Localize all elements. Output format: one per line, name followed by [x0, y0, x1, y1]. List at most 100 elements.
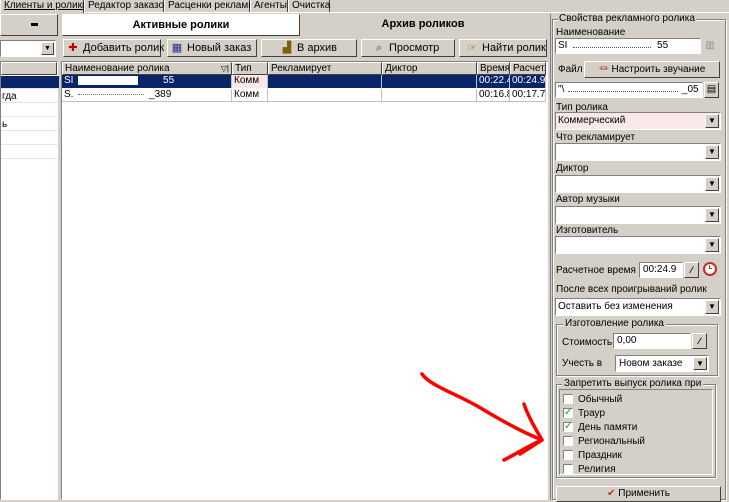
filter-icon[interactable]: ▽|: [221, 63, 229, 74]
apply-label: Применить: [618, 488, 670, 499]
sound-wave-icon: ⏛: [598, 64, 609, 75]
chevron-down-icon[interactable]: ▼: [705, 300, 719, 314]
tab-agents[interactable]: Агенты: [250, 0, 288, 12]
col-name-header[interactable]: Наименование ролика ▽|: [62, 62, 232, 75]
cell-time: 00:22.4: [477, 75, 510, 88]
client-row[interactable]: ь: [1, 118, 59, 131]
client-row-selected[interactable]: [1, 76, 59, 89]
annotation-arrow: [420, 372, 544, 462]
add-spot-button[interactable]: ✚ Добавить ролик: [63, 39, 165, 57]
cost-input[interactable]: 0,00: [613, 333, 691, 349]
checkbox-icon[interactable]: [563, 436, 573, 447]
table-row[interactable]: SI 55 Комм 00:22.4 00:24.9: [62, 75, 546, 88]
type-select[interactable]: Коммерческий ▼: [555, 112, 721, 130]
tab-archive-spots[interactable]: Архив роликов: [302, 14, 544, 36]
checkbox-religion[interactable]: Религия: [563, 464, 616, 477]
checkbox-icon[interactable]: [563, 394, 573, 405]
chevron-down-icon[interactable]: ▼: [693, 357, 707, 370]
tab-order-editor[interactable]: Редактор заказов: [84, 0, 169, 12]
maker-select[interactable]: ▼: [555, 236, 721, 254]
music-author-select[interactable]: ▼: [555, 206, 721, 224]
cell-name: S. _389: [62, 89, 232, 102]
col-calc-header[interactable]: Расчет.: [510, 62, 546, 75]
to-archive-label: В архив: [297, 42, 337, 54]
preview-label: Просмотр: [389, 42, 440, 54]
find-spot-button[interactable]: ☞ Найти ролик: [459, 39, 547, 57]
cell-calc: 00:17.7: [512, 89, 546, 102]
after-plays-label: После всех проигрываний ролик: [556, 284, 707, 295]
cell-speaker: [382, 75, 477, 88]
file-path-input[interactable]: "\ _05: [555, 82, 703, 98]
checkbox-mourning[interactable]: ✓ Траур: [563, 408, 605, 421]
col-name-label: Наименование ролика: [65, 63, 170, 74]
browse-file-icon[interactable]: ▤: [704, 82, 719, 98]
tab-active-spots[interactable]: Активные ролики: [62, 14, 300, 36]
chevron-down-icon[interactable]: ▼: [41, 42, 54, 55]
preview-button[interactable]: ⌕ Просмотр: [361, 39, 455, 57]
checkbox-icon[interactable]: [563, 464, 573, 475]
checkbox-regional[interactable]: Региональный: [563, 436, 645, 449]
music-author-label: Автор музыки: [556, 194, 620, 205]
cell-advertises: [268, 75, 382, 88]
after-plays-select[interactable]: Оставить без изменения ▼: [555, 298, 721, 316]
account-label: Учесть в: [562, 358, 603, 369]
checkmark-icon[interactable]: ✓: [563, 408, 573, 419]
client-row[interactable]: [1, 146, 59, 159]
tune-sound-button[interactable]: ⏛ Настроить звучание: [584, 61, 720, 78]
col-speaker-header[interactable]: Диктор: [382, 62, 477, 75]
checkmark-icon[interactable]: ✓: [563, 422, 573, 433]
col-type-header[interactable]: Тип: [232, 62, 268, 75]
table-row[interactable]: S. _389 Комм 00:16.8 00:17.7: [62, 89, 546, 102]
calc-time-input[interactable]: 00:24.9: [639, 262, 683, 278]
speaker-select[interactable]: ▼: [555, 175, 721, 193]
preview-icon: ⌕: [375, 42, 383, 54]
tab-cleanup[interactable]: Очистка: [288, 0, 330, 12]
account-select[interactable]: Новом заказе ▼: [615, 355, 709, 372]
annotation-arrow-line: [420, 372, 544, 456]
fraction-toggle-icon[interactable]: ⁄: [684, 262, 699, 278]
col-time-header[interactable]: Время: [477, 62, 510, 75]
client-row[interactable]: гда: [1, 90, 59, 103]
name-label: Наименование: [556, 27, 626, 38]
to-archive-button[interactable]: ▟ В архив: [261, 39, 357, 57]
file-tab[interactable]: Файл: [558, 64, 583, 75]
chevron-down-icon[interactable]: ▼: [705, 177, 719, 191]
client-row[interactable]: [1, 104, 59, 117]
forbid-group-title: Запретить выпуск ролика при: [562, 378, 704, 389]
advertises-label: Что рекламирует: [556, 132, 636, 143]
minimize-icon[interactable]: [31, 23, 38, 26]
cell-name: SI 55: [62, 75, 232, 88]
chevron-down-icon[interactable]: ▼: [705, 208, 719, 222]
client-row[interactable]: [1, 132, 59, 145]
cell-speaker: [382, 89, 477, 102]
checkmark-icon: ✔: [607, 488, 616, 499]
advertises-select[interactable]: ▼: [555, 143, 721, 161]
trash-icon[interactable]: ▥: [704, 39, 716, 52]
left-panel-header: [0, 14, 58, 36]
chevron-down-icon[interactable]: ▼: [705, 114, 719, 128]
chevron-down-icon[interactable]: ▼: [705, 238, 719, 252]
checkbox-icon[interactable]: [563, 450, 573, 461]
production-group-title: Изготовление ролика: [563, 318, 666, 329]
add-spot-label: Добавить ролик: [83, 42, 165, 54]
checkbox-regular[interactable]: Обычный: [563, 394, 622, 407]
client-list[interactable]: гда ь: [0, 61, 59, 500]
checkbox-memorial-day[interactable]: ✓ День памяти: [563, 422, 637, 435]
chevron-down-icon[interactable]: ▼: [705, 145, 719, 159]
client-select[interactable]: ▼: [0, 40, 56, 57]
new-order-label: Новый заказ: [187, 42, 252, 54]
new-order-button[interactable]: ▦ Новый заказ: [167, 39, 257, 57]
table-icon: ▦: [171, 42, 183, 54]
tab-clients-and-spots[interactable]: Клиенты и ролики: [0, 0, 88, 13]
pointing-hand-icon: ☞: [467, 42, 477, 54]
archive-icon: ▟: [282, 42, 292, 54]
cost-label: Стоимость: [562, 337, 613, 348]
cell-type: Комм: [232, 89, 268, 102]
tab-ad-rates[interactable]: Расценки рекламы: [164, 0, 255, 12]
clock-icon[interactable]: [703, 262, 717, 276]
cell-advertises: [268, 89, 382, 102]
checkbox-holiday[interactable]: Праздник: [563, 450, 622, 463]
col-advertises-header[interactable]: Рекламирует: [268, 62, 382, 75]
name-input[interactable]: SI 55: [555, 38, 701, 54]
fraction-toggle-icon[interactable]: ⁄: [692, 333, 707, 349]
